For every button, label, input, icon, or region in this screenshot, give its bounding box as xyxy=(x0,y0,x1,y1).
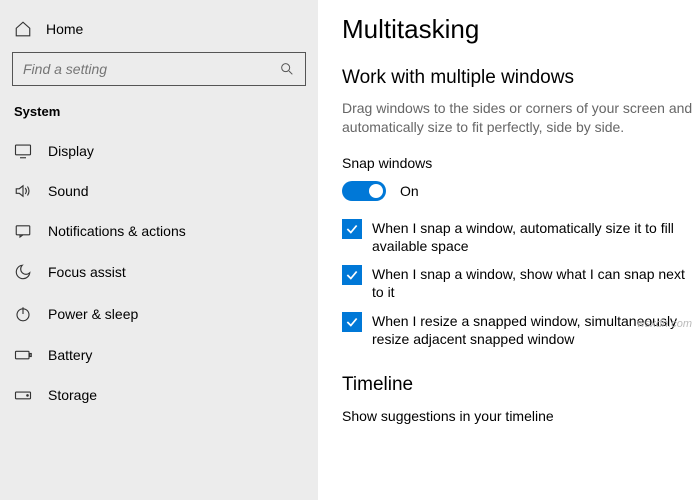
notifications-icon xyxy=(14,223,32,239)
home-label: Home xyxy=(46,21,83,37)
sidebar-item-label: Battery xyxy=(48,347,92,363)
sidebar-item-label: Notifications & actions xyxy=(48,223,186,239)
search-container xyxy=(0,52,318,100)
sidebar-section-label: System xyxy=(0,100,318,131)
section-work-windows-title: Work with multiple windows xyxy=(342,67,700,89)
search-icon xyxy=(279,61,295,77)
watermark: wsxdn.com xyxy=(637,318,692,330)
snap-option-1[interactable]: When I snap a window, automatically size… xyxy=(342,219,700,255)
sidebar-item-focus-assist[interactable]: Focus assist xyxy=(0,251,318,293)
section-work-windows-desc: Drag windows to the sides or corners of … xyxy=(342,99,700,137)
sidebar-item-label: Storage xyxy=(48,387,97,403)
power-icon xyxy=(14,305,32,323)
search-input-box[interactable] xyxy=(12,52,306,86)
focus-assist-icon xyxy=(14,263,32,281)
section-timeline-title: Timeline xyxy=(342,374,700,396)
checkbox-icon xyxy=(342,219,362,239)
checkbox-label: When I snap a window, automatically size… xyxy=(372,219,700,255)
battery-icon xyxy=(14,348,32,362)
content-pane: Multitasking Work with multiple windows … xyxy=(318,0,700,500)
sidebar-item-sound[interactable]: Sound xyxy=(0,171,318,211)
storage-icon xyxy=(14,387,32,403)
search-input[interactable] xyxy=(23,61,279,77)
snap-windows-label: Snap windows xyxy=(342,155,700,171)
sidebar-item-power-sleep[interactable]: Power & sleep xyxy=(0,293,318,335)
checkbox-icon xyxy=(342,265,362,285)
sound-icon xyxy=(14,183,32,199)
sidebar: Home System Display Sound Notifications … xyxy=(0,0,318,500)
sidebar-item-label: Sound xyxy=(48,183,88,199)
snap-option-2[interactable]: When I snap a window, show what I can sn… xyxy=(342,265,700,301)
sidebar-home[interactable]: Home xyxy=(0,12,318,52)
display-icon xyxy=(14,143,32,159)
sidebar-item-label: Display xyxy=(48,143,94,159)
checkbox-icon xyxy=(342,312,362,332)
checkbox-label: When I snap a window, show what I can sn… xyxy=(372,265,700,301)
sidebar-item-storage[interactable]: Storage xyxy=(0,375,318,415)
sidebar-item-notifications[interactable]: Notifications & actions xyxy=(0,211,318,251)
sidebar-item-display[interactable]: Display xyxy=(0,131,318,171)
snap-windows-toggle[interactable] xyxy=(342,181,386,201)
sidebar-item-label: Power & sleep xyxy=(48,306,138,322)
snap-windows-toggle-row: On xyxy=(342,181,700,201)
toggle-state-label: On xyxy=(400,183,419,199)
home-icon xyxy=(14,20,32,38)
timeline-suggestions-label: Show suggestions in your timeline xyxy=(342,408,700,424)
sidebar-item-label: Focus assist xyxy=(48,264,126,280)
page-title: Multitasking xyxy=(342,14,700,45)
sidebar-item-battery[interactable]: Battery xyxy=(0,335,318,375)
